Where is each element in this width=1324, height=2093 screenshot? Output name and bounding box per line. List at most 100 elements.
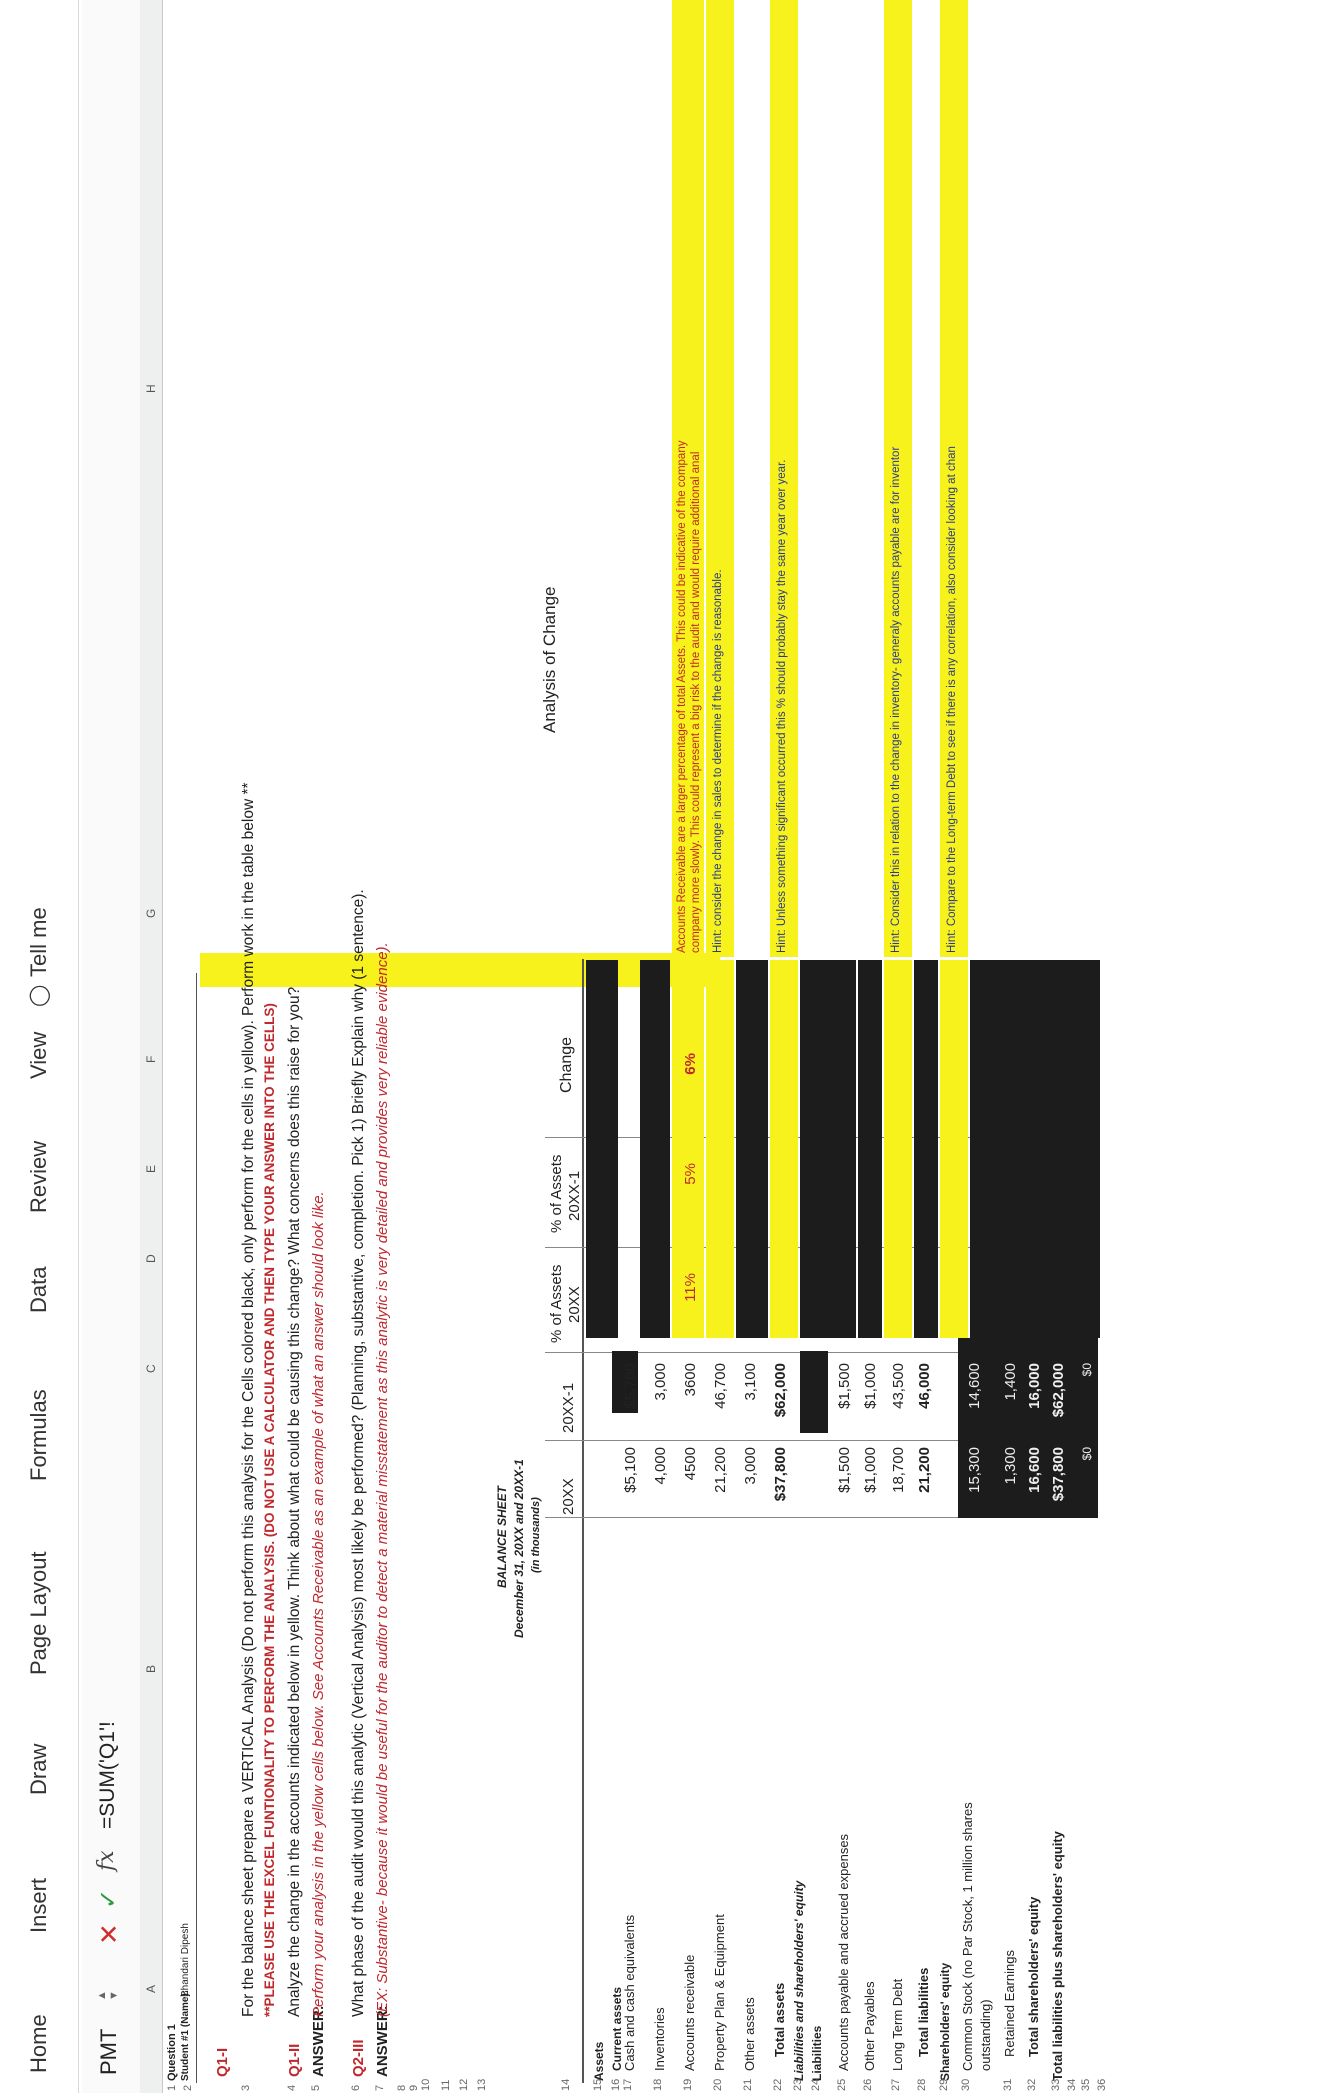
row-number[interactable]: 35 [1080,2079,1092,2091]
cell-ar-pct-20xx[interactable]: 11% [682,1273,699,1333]
q1ii-answer-text[interactable]: Perform your analysis in the yellow cell… [310,1191,327,2017]
cell-total-assets-20xx1[interactable]: $62,000 [772,1363,789,1431]
row-number[interactable]: 8 [396,2085,408,2091]
column-header-e[interactable]: E [144,1165,158,1173]
cell-inventories-20xx1[interactable]: 3,000 [652,1363,669,1431]
column-header-a[interactable]: A [144,1985,158,1993]
tab-page-layout[interactable]: Page Layout [26,1551,52,1675]
cell-common-stock-20xx[interactable]: 15,300 [966,1447,983,1507]
analysis-ap-hint[interactable]: Hint: Consider this in relation to the c… [890,447,902,953]
row-number[interactable]: 7 [374,2085,386,2091]
tell-me-search[interactable]: Tell me [26,907,52,977]
row-number[interactable]: 22 [772,2079,784,2091]
cell-total-liab-equity-20xx1[interactable]: $62,000 [1050,1363,1067,1431]
tab-insert[interactable]: Insert [26,1878,52,1933]
cell-retained-earnings-20xx[interactable]: 1,300 [1002,1447,1019,1507]
row-number[interactable]: 20 [712,2079,724,2091]
cell-other-payables-20xx1[interactable]: $1,000 [862,1363,879,1431]
column-header-c[interactable]: C [144,1364,158,1373]
cell-other-payables-20xx[interactable]: $1,000 [862,1447,879,1507]
analysis-ar-line1[interactable]: Accounts Receivable are a larger percent… [676,441,688,953]
cell-ar-change[interactable]: 6% [682,1053,699,1113]
row-number[interactable]: 25 [836,2079,848,2091]
row-number[interactable]: 21 [742,2079,754,2091]
yellow-cell-inventory[interactable] [706,960,734,1338]
row-number[interactable]: 19 [682,2079,694,2091]
yellow-cell-other-assets[interactable] [770,960,798,1338]
row-number[interactable]: 17 [622,2079,634,2091]
yellow-cell-ap[interactable] [884,960,912,1338]
cell-common-stock-20xx1[interactable]: 14,600 [966,1363,983,1431]
name-box[interactable]: PMT [96,2029,122,2075]
analysis-ar-line2[interactable]: company more slowly. This could represen… [690,452,702,953]
cell-ar-20xx1[interactable]: 3600 [682,1363,699,1431]
q2iii-answer-text[interactable]: (EX: Substantive- because it would be us… [374,942,391,2017]
tab-formulas[interactable]: Formulas [26,1389,52,1481]
row-number[interactable]: 28 [916,2079,928,2091]
cell-ppe-20xx[interactable]: 21,200 [712,1447,729,1507]
row-number[interactable]: 9 [408,2085,420,2091]
analysis-other-assets-hint[interactable]: Hint: Unless something significant occur… [776,460,788,953]
row-number[interactable]: 13 [476,2079,488,2091]
cell-ltd-20xx[interactable]: 18,700 [890,1447,907,1507]
confirm-icon[interactable]: ✓ [94,1889,123,1909]
tab-view[interactable]: View [26,1032,52,1079]
row-number[interactable]: 30 [960,2079,972,2091]
row-number[interactable]: 3 [240,2085,252,2091]
row-number[interactable]: 27 [890,2079,902,2091]
name-box-stepper-icon[interactable]: ▲ ▼ [96,1990,120,2001]
cell-total-equity-20xx[interactable]: 16,600 [1026,1447,1043,1507]
row-number[interactable]: 23 [792,2079,804,2091]
column-header-h[interactable]: H [144,384,158,393]
row-number[interactable]: 32 [1026,2079,1038,2091]
column-header-f[interactable]: F [144,1056,158,1063]
column-header-g[interactable]: G [144,909,158,918]
cell-retained-earnings-20xx1[interactable]: 1,400 [1002,1363,1019,1431]
cell-inventories-20xx[interactable]: 4,000 [652,1447,669,1507]
row-number[interactable]: 12 [458,2079,470,2091]
cell-ap-20xx1[interactable]: $1,500 [836,1363,853,1431]
row-number[interactable]: 1 [166,2085,178,2091]
row-number[interactable]: 24 [810,2079,822,2091]
row-number[interactable]: 2 [182,2085,194,2091]
cell-total-liabilities-20xx[interactable]: 21,200 [916,1447,933,1507]
tab-data[interactable]: Data [26,1267,52,1313]
formula-input[interactable]: =SUM('Q1'! [96,1721,120,1829]
tab-draw[interactable]: Draw [26,1744,52,1795]
row-number[interactable]: 18 [652,2079,664,2091]
row-number[interactable]: 29 [938,2079,950,2091]
yellow-cell-ltd[interactable] [940,960,968,1338]
function-icon[interactable]: fx [94,1850,119,1871]
analysis-ltd-hint[interactable]: Hint: Compare to the Long-term Debt to s… [946,446,958,953]
row-number[interactable]: 31 [1002,2079,1014,2091]
row-number[interactable]: 4 [286,2085,298,2091]
cell-total-liab-equity-20xx[interactable]: $37,800 [1050,1447,1067,1507]
row-number[interactable]: 10 [420,2079,432,2091]
row-number[interactable]: 16 [610,2079,622,2091]
cell-other-assets-20xx1[interactable]: 3,100 [742,1363,759,1431]
cell-cash-20xx[interactable]: $5,100 [622,1447,639,1507]
row-number[interactable]: 26 [862,2079,874,2091]
row-number[interactable]: 15 [592,2079,604,2091]
cell-total-equity-20xx1[interactable]: 16,000 [1026,1363,1043,1431]
row-number[interactable]: 11 [440,2080,452,2091]
cell-cash-20xx1[interactable]: $5,700 [622,1363,639,1431]
row-number[interactable]: 34 [1066,2079,1078,2091]
cell-ar-pct-20xx1[interactable]: 5% [682,1163,699,1223]
column-header-d[interactable]: D [144,1254,158,1263]
cell-ltd-20xx1[interactable]: 43,500 [890,1363,907,1431]
tab-home[interactable]: Home [26,2014,52,2073]
row-number[interactable]: 36 [1096,2079,1108,2091]
column-header-b[interactable]: B [144,1665,158,1673]
cell-ppe-20xx1[interactable]: 46,700 [712,1363,729,1431]
cell-total-liabilities-20xx1[interactable]: 46,000 [916,1363,933,1431]
cell-total-assets-20xx[interactable]: $37,800 [772,1447,789,1507]
row-number[interactable]: 33 [1050,2079,1062,2091]
cell-zero-20xx[interactable]: $0 [1080,1447,1094,1507]
cancel-icon[interactable]: ✕ [94,1923,125,1945]
tab-review[interactable]: Review [26,1141,52,1213]
analysis-inventory-hint[interactable]: Hint: consider the change in sales to de… [712,569,724,953]
student-name[interactable]: Bhandari Dipesh [180,1923,191,1997]
cell-ap-20xx[interactable]: $1,500 [836,1447,853,1507]
cell-ar-20xx[interactable]: 4500 [682,1447,699,1507]
